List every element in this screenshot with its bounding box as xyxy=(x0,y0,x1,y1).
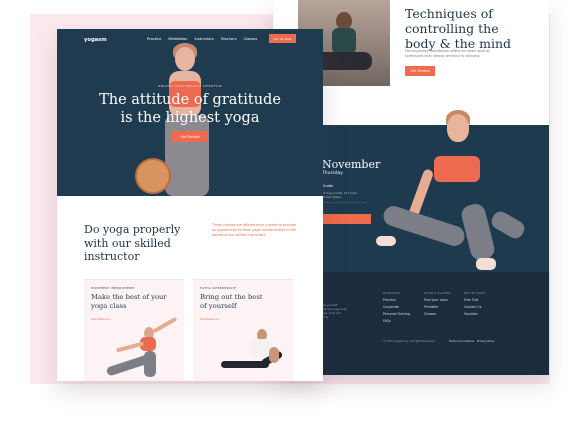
class-card[interactable]: HATHA INTERMEDIATE Bring out the best of… xyxy=(193,279,293,381)
intro-title: Do yoga properly with our skilled instru… xyxy=(84,223,194,264)
front-page: yogasm Practice Meditation Instructors T… xyxy=(57,29,323,381)
footer-link[interactable]: Free Trial xyxy=(464,297,485,304)
class-card[interactable]: MOVEMENT IMPROVEMENT Make the best of yo… xyxy=(84,279,184,381)
card-eyebrow: HATHA INTERMEDIATE xyxy=(200,286,237,290)
mockup-stage: Techniques of controlling the body & the… xyxy=(0,0,578,426)
hero-title-line: is the highest yoga xyxy=(120,110,260,126)
nav-menu: Practice Meditation Instructors Teachers… xyxy=(147,37,257,41)
card-link[interactable]: See Balance › xyxy=(91,317,112,321)
event-address: At Yoga Center 123 Suite United States xyxy=(322,191,357,199)
terms-link[interactable]: Terms & Conditions xyxy=(449,340,474,343)
footer-link[interactable]: FAQs xyxy=(383,318,410,325)
footer-link[interactable]: Find your class xyxy=(424,297,451,304)
card-title-line: Bring out the best xyxy=(200,293,263,301)
hero-title: The attitude of gratitude is the highest… xyxy=(87,91,293,127)
hero-button[interactable]: Get Started xyxy=(172,131,208,142)
feature-title: Techniques of controlling the body & the… xyxy=(405,6,545,51)
footer-tagline: Let yourself practice yoga daily rest, m… xyxy=(322,304,347,319)
event-button[interactable] xyxy=(322,214,371,224)
event-date: November xyxy=(322,158,381,171)
nav-link[interactable]: Meditation xyxy=(168,37,187,41)
footer-column: CLASS & CLASSES Find your class Printabl… xyxy=(424,290,451,318)
footer-link[interactable]: Personal Training xyxy=(383,311,410,318)
nav-link[interactable]: Classes xyxy=(244,37,258,41)
logo[interactable]: yogasm xyxy=(84,37,107,43)
nav-link[interactable]: Practice xyxy=(147,37,161,41)
footer-column-head: WORKSHOP xyxy=(383,292,400,295)
hero-eyebrow: UNLOCK YOUR HEALTHY LIFESTYLE xyxy=(158,84,222,88)
card-title-line: of yourself xyxy=(200,301,237,310)
card-title: Make the best of your yoga class xyxy=(91,293,181,310)
nav-link[interactable]: Instructors xyxy=(194,37,213,41)
footer-link[interactable]: Corporate xyxy=(383,304,410,311)
hero-section: yogasm Practice Meditation Instructors T… xyxy=(57,29,323,196)
footer-link[interactable]: Printable xyxy=(424,304,451,311)
card-photo xyxy=(201,323,289,381)
intro-text: These classes are offered once a week to… xyxy=(212,223,296,237)
footer-link[interactable]: Vacation xyxy=(464,311,485,318)
intro-title-line: Do yoga properly xyxy=(84,223,181,236)
card-title: Bring out the best of yourself xyxy=(200,293,290,310)
footer-column: GET IN TOUCH Free Trial Contact Us Vacat… xyxy=(464,290,485,318)
hero-title-line: The attitude of gratitude xyxy=(99,92,281,108)
footer-link[interactable]: Practice xyxy=(383,297,410,304)
event-studio: Studio xyxy=(322,184,334,188)
divider xyxy=(322,202,367,203)
privacy-link[interactable]: Privacy Policy xyxy=(477,340,495,343)
card-link[interactable]: See Balance › xyxy=(200,317,221,321)
nav-link[interactable]: Teachers xyxy=(221,37,237,41)
feature-button[interactable]: Get Started xyxy=(405,66,435,76)
event-weekday: Thursday xyxy=(322,171,343,176)
join-button[interactable]: Join Us Now xyxy=(269,34,296,43)
feature-body: Feminyssima meditation offers an open sp… xyxy=(405,49,490,59)
footer-column-head: CLASS & CLASSES xyxy=(424,292,451,295)
card-title-line: Make the best of your xyxy=(91,293,167,301)
feature-title-line: controlling the xyxy=(405,21,499,36)
card-photo xyxy=(92,316,180,381)
ball-icon xyxy=(135,158,171,194)
feature-title-line: Techniques of xyxy=(405,6,493,21)
footer-link[interactable]: Classes xyxy=(424,311,451,318)
footer-column: WORKSHOP Practice Corporate Personal Tra… xyxy=(383,290,410,325)
footer-column-head: GET IN TOUCH xyxy=(464,292,486,295)
athlete-photo xyxy=(374,108,549,273)
intro-title-line: instructor xyxy=(84,250,140,263)
intro-title-line: with our skilled xyxy=(84,236,171,250)
footer-link[interactable]: Contact Us xyxy=(464,304,485,311)
card-eyebrow: MOVEMENT IMPROVEMENT xyxy=(91,286,135,290)
copyright: © 2021 Yogasm Inc. All rights Reserved xyxy=(383,340,435,343)
card-title-line: yoga class xyxy=(91,301,127,310)
